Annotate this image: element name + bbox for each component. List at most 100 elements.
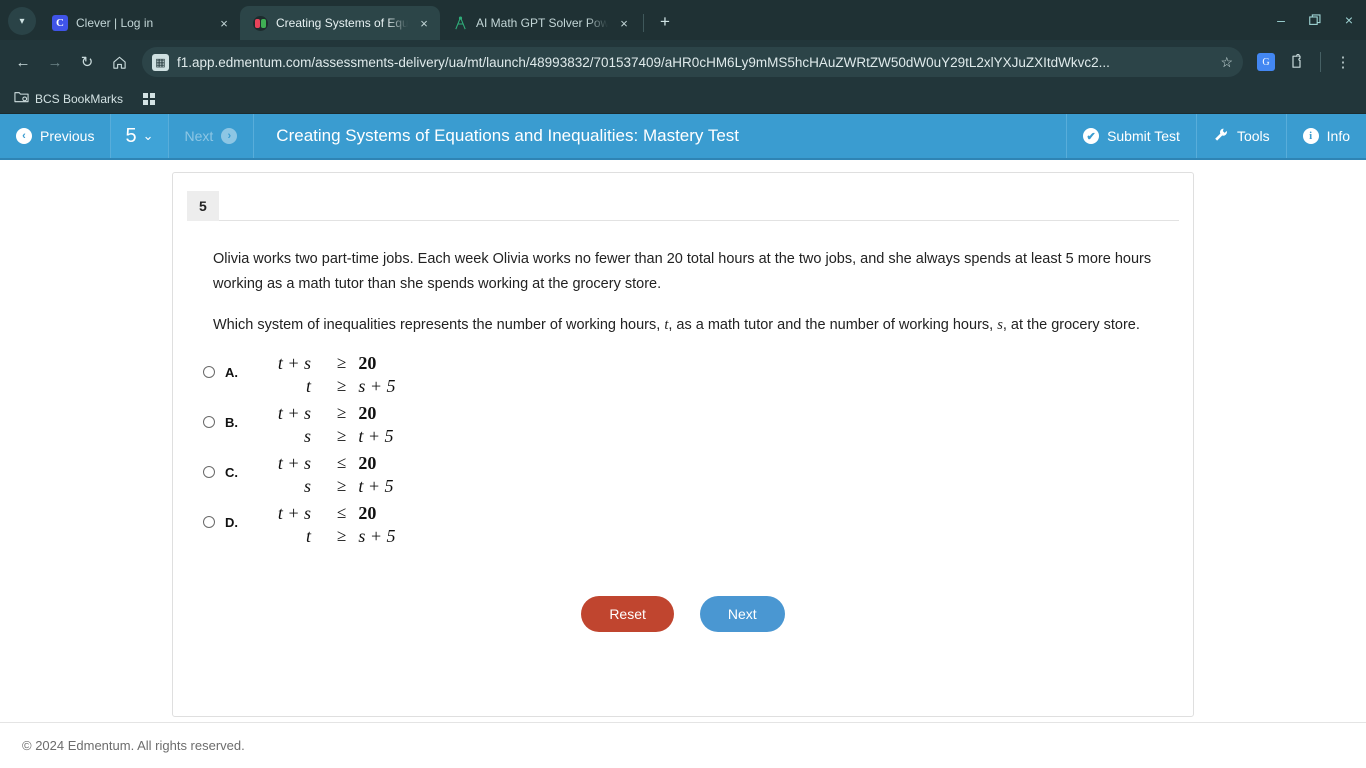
submit-test-label: Submit Test	[1107, 128, 1180, 144]
browser-tab-ai-math[interactable]: AI Math GPT Solver Powered by ×	[440, 6, 640, 40]
edmentum-icon	[252, 15, 268, 31]
next-nav-button[interactable]: Next ›	[169, 114, 255, 158]
edmentum-app: ‹ Previous 5 ⌄ Next › Creating Systems o…	[0, 114, 1366, 768]
question-selector[interactable]: 5 ⌄	[111, 114, 169, 158]
radio-button-d[interactable]	[203, 515, 215, 528]
assessment-toolbar-right: ✔ Submit Test Tools i Info	[1066, 114, 1366, 158]
option-letter-d: D.	[225, 514, 238, 530]
back-icon[interactable]: ←	[8, 47, 38, 77]
previous-button[interactable]: ‹ Previous	[0, 114, 112, 158]
browser-tab-edmentum[interactable]: Creating Systems of Equations ×	[240, 6, 440, 40]
question-prompt-part-b: , as a math tutor and the number of work…	[668, 317, 998, 334]
bookmark-folder-bcs[interactable]: BCS BookMarks	[10, 87, 127, 110]
new-tab-button[interactable]: +	[651, 8, 679, 36]
option-letter-c: C.	[225, 464, 238, 480]
radio-button-a[interactable]	[203, 365, 215, 378]
header-divider	[218, 220, 1179, 221]
tools-label: Tools	[1236, 128, 1270, 144]
maximize-icon[interactable]	[1298, 4, 1332, 36]
option-math-b: t + s ≥ 20 s ≥ t + 5	[259, 402, 394, 448]
question-card: 5 Olivia works two part-time jobs. Each …	[172, 172, 1194, 717]
page-info-icon[interactable]: ▦	[152, 53, 169, 71]
question-number-badge: 5	[187, 191, 219, 221]
question-actions: Reset Next	[173, 552, 1193, 632]
chevron-down-icon: ▾	[19, 15, 25, 27]
chevron-down-icon: ⌄	[142, 128, 154, 143]
minimize-icon[interactable]: –	[1264, 4, 1298, 36]
window-controls: – ×	[1264, 0, 1366, 40]
browser-tab-clever[interactable]: C Clever | Log in ×	[40, 6, 240, 40]
option-c-line2-operator: ≥	[337, 476, 347, 496]
option-a-line2-lhs: t	[305, 375, 311, 396]
tab-search-button[interactable]: ▾	[8, 7, 36, 35]
tab-title: Creating Systems of Equations	[276, 16, 408, 30]
question-prompt-part-c: , at the grocery store.	[1002, 317, 1140, 334]
submit-test-button[interactable]: ✔ Submit Test	[1066, 114, 1196, 158]
option-b-line1-operator: ≥	[337, 403, 347, 423]
bookmarks-bar: BCS BookMarks	[0, 84, 1366, 114]
compass-icon	[452, 15, 468, 31]
option-b-line1-lhs: t + s	[277, 402, 311, 423]
next-button[interactable]: Next	[699, 595, 785, 632]
option-c-line1-rhs: 20	[358, 452, 377, 473]
extensions-icon[interactable]	[1283, 47, 1313, 77]
question-area: 5 Olivia works two part-time jobs. Each …	[0, 160, 1366, 722]
close-window-icon[interactable]: ×	[1332, 4, 1366, 36]
option-math-a: t + s ≥ 20 t ≥ s + 5	[259, 352, 396, 398]
option-b-line2-rhs: t + 5	[358, 425, 394, 446]
option-math-c: t + s ≤ 20 s ≥ t + 5	[259, 452, 394, 498]
browser-toolbar: ← → ↻ ▦ f1.app.edmentum.com/assessments-…	[0, 40, 1366, 84]
option-d-line2-operator: ≥	[337, 526, 347, 546]
bookmark-label: BCS BookMarks	[35, 91, 124, 106]
radio-button-b[interactable]	[203, 415, 215, 428]
option-b-line2-operator: ≥	[337, 426, 347, 446]
tab-divider	[643, 14, 644, 32]
option-d-line2-lhs: t	[305, 525, 311, 546]
translate-icon[interactable]: G	[1251, 47, 1281, 77]
address-bar[interactable]: ▦ f1.app.edmentum.com/assessments-delive…	[142, 47, 1243, 77]
question-paragraph-1: Olivia works two part-time jobs. Each we…	[213, 251, 1152, 292]
option-a-line2-operator: ≥	[337, 376, 347, 396]
tab-title: AI Math GPT Solver Powered by	[476, 16, 608, 30]
question-paragraph-2: Which system of inequalities represents …	[213, 313, 1153, 338]
answer-option-a[interactable]: A. t + s ≥ 20 t ≥ s + 5	[203, 352, 1153, 398]
answer-option-c[interactable]: C. t + s ≤ 20 s ≥ t + 5	[203, 452, 1153, 498]
assessment-title: Creating Systems of Equations and Inequa…	[276, 126, 739, 145]
bookmark-star-icon[interactable]: ☆	[1220, 54, 1233, 71]
option-letter-a: A.	[225, 364, 238, 380]
option-c-line1-operator: ≤	[337, 453, 347, 473]
close-icon[interactable]: ×	[216, 16, 232, 31]
copyright-text: © 2024 Edmentum. All rights reserved.	[22, 738, 245, 753]
toolbar-divider	[1320, 52, 1321, 72]
browser-menu-icon[interactable]: ⋮	[1328, 47, 1358, 77]
answer-option-b[interactable]: B. t + s ≥ 20 s ≥ t + 5	[203, 402, 1153, 448]
close-icon[interactable]: ×	[616, 16, 632, 31]
option-c-line2-rhs: t + 5	[358, 475, 394, 496]
url-text: f1.app.edmentum.com/assessments-delivery…	[177, 54, 1110, 70]
next-arrow-icon: ›	[221, 128, 238, 144]
forward-icon[interactable]: →	[40, 47, 70, 77]
tools-button[interactable]: Tools	[1195, 114, 1286, 158]
radio-button-c[interactable]	[203, 465, 215, 478]
option-d-line1-lhs: t + s	[277, 502, 311, 523]
browser-window: ▾ C Clever | Log in × Creating Systems o…	[0, 0, 1366, 768]
close-icon[interactable]: ×	[416, 16, 432, 31]
previous-label: Previous	[40, 128, 95, 144]
option-letter-b: B.	[225, 414, 238, 430]
question-header: 5	[173, 191, 1193, 221]
reset-button[interactable]: Reset	[581, 595, 674, 632]
option-c-line1-lhs: t + s	[277, 452, 311, 473]
wrench-icon	[1213, 127, 1229, 146]
info-label: Info	[1326, 128, 1350, 144]
option-b-line2-lhs: s	[303, 425, 311, 446]
tab-title: Clever | Log in	[76, 16, 154, 30]
apps-grid-icon[interactable]	[143, 92, 156, 105]
option-a-line1-rhs: 20	[358, 352, 377, 373]
option-d-line2-rhs: s + 5	[358, 525, 396, 546]
answer-option-d[interactable]: D. t + s ≤ 20 t ≥ s + 5	[203, 502, 1153, 548]
reload-icon[interactable]: ↻	[72, 47, 102, 77]
home-icon[interactable]	[104, 47, 134, 77]
option-d-line1-rhs: 20	[358, 502, 377, 523]
previous-arrow-icon: ‹	[16, 128, 32, 144]
info-button[interactable]: i Info	[1285, 114, 1366, 158]
